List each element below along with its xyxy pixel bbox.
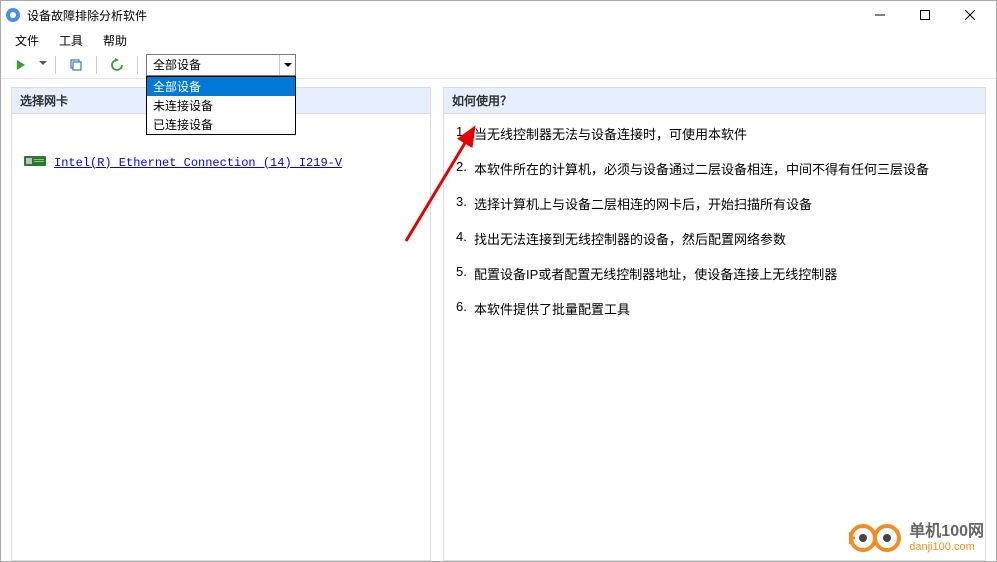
app-icon xyxy=(5,7,21,23)
run-button[interactable] xyxy=(9,53,33,77)
instruction-item: 找出无法连接到无线控制器的设备，然后配置网络参数 xyxy=(456,229,973,248)
window-title: 设备故障排除分析软件 xyxy=(27,7,857,24)
nic-item: Intel(R) Ethernet Connection (14) I219-V xyxy=(24,154,418,171)
refresh-button[interactable] xyxy=(105,53,129,77)
help-panel-body: 当无线控制器无法与设备连接时，可使用本软件 本软件所在的计算机，必须与设备通过二… xyxy=(444,114,985,560)
watermark-logo-icon xyxy=(849,521,901,555)
toolbar-separator xyxy=(55,56,56,74)
menu-tools[interactable]: 工具 xyxy=(51,30,91,51)
titlebar: 设备故障排除分析软件 xyxy=(1,1,996,29)
content-area: 选择网卡 Intel(R) Ethernet Connection (14) I… xyxy=(1,79,996,561)
chevron-down-icon xyxy=(279,55,295,75)
help-panel-header: 如何使用？ xyxy=(444,88,985,114)
instruction-item: 配置设备IP或者配置无线控制器地址，使设备连接上无线控制器 xyxy=(456,264,973,283)
toolbar-separator xyxy=(96,56,97,74)
combo-option-all[interactable]: 全部设备 xyxy=(147,77,295,96)
instruction-item: 当无线控制器无法与设备连接时，可使用本软件 xyxy=(456,124,973,143)
menubar: 文件 工具 帮助 xyxy=(1,29,996,51)
device-filter-combo[interactable]: 全部设备 全部设备 未连接设备 已连接设备 xyxy=(146,54,296,76)
help-panel: 如何使用？ 当无线控制器无法与设备连接时，可使用本软件 本软件所在的计算机，必须… xyxy=(443,87,986,561)
toolbar: 全部设备 全部设备 未连接设备 已连接设备 xyxy=(1,51,996,79)
instruction-item: 本软件提供了批量配置工具 xyxy=(456,299,973,318)
minimize-button[interactable] xyxy=(857,1,902,29)
combo-selected-value: 全部设备 xyxy=(147,56,279,73)
instruction-item: 选择计算机上与设备二层相连的网卡后，开始扫描所有设备 xyxy=(456,194,973,213)
copy-button[interactable] xyxy=(64,53,88,77)
nic-panel: 选择网卡 Intel(R) Ethernet Connection (14) I… xyxy=(11,87,431,561)
watermark: 单机100网 danji100.com xyxy=(849,521,984,555)
menu-help[interactable]: 帮助 xyxy=(95,30,135,51)
combo-dropdown: 全部设备 未连接设备 已连接设备 xyxy=(146,76,296,135)
run-dropdown-icon[interactable] xyxy=(39,61,47,69)
nic-link[interactable]: Intel(R) Ethernet Connection (14) I219-V xyxy=(54,156,342,170)
instruction-item: 本软件所在的计算机，必须与设备通过二层设备相连，中间不得有任何三层设备 xyxy=(456,159,973,178)
nic-icon xyxy=(24,154,48,171)
window-controls xyxy=(857,1,992,29)
menu-file[interactable]: 文件 xyxy=(7,30,47,51)
instruction-list: 当无线控制器无法与设备连接时，可使用本软件 本软件所在的计算机，必须与设备通过二… xyxy=(456,124,973,318)
watermark-line1: 单机100网 xyxy=(909,523,984,541)
toolbar-separator xyxy=(137,56,138,74)
combo-option-disconnected[interactable]: 未连接设备 xyxy=(147,96,295,115)
combo-option-connected[interactable]: 已连接设备 xyxy=(147,115,295,134)
close-button[interactable] xyxy=(947,1,992,29)
watermark-line2: danji100.com xyxy=(909,541,984,553)
nic-panel-body: Intel(R) Ethernet Connection (14) I219-V xyxy=(12,114,430,560)
maximize-button[interactable] xyxy=(902,1,947,29)
